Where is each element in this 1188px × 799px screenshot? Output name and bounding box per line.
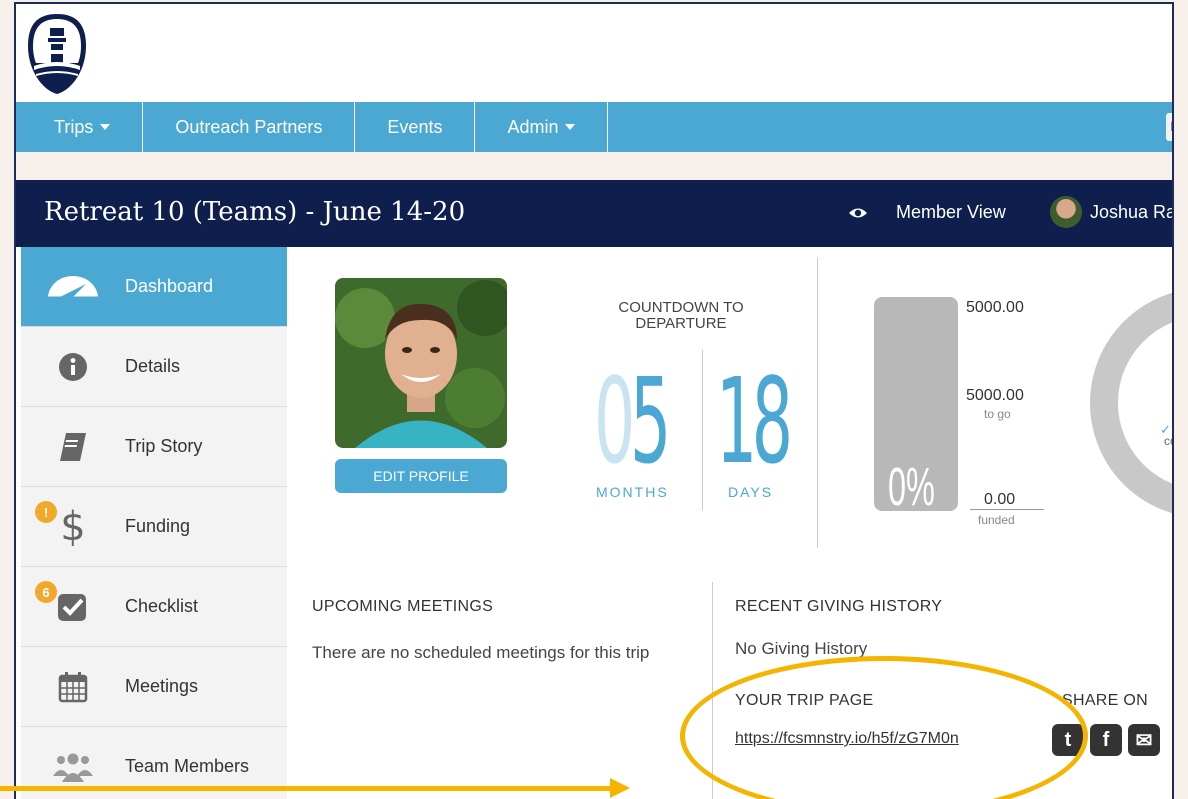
- facebook-icon[interactable]: f: [1090, 724, 1122, 756]
- sidebar-item-label: Dashboard: [125, 276, 214, 296]
- sidebar-item-label: Checklist: [125, 596, 199, 616]
- user-menu[interactable]: Joshua Ra: [1050, 196, 1174, 228]
- nav-events[interactable]: Events: [355, 102, 476, 152]
- giving-heading: RECENT GIVING HISTORY: [735, 598, 943, 615]
- funding-to-go-label: to go: [984, 407, 1011, 421]
- eye-icon: [849, 208, 867, 217]
- info-icon: [43, 346, 103, 388]
- sidebar-item-details[interactable]: Details: [21, 327, 287, 407]
- days-value: 18: [716, 362, 793, 480]
- meetings-heading: UPCOMING MEETINGS: [312, 598, 494, 615]
- annotation-arrow: [0, 786, 620, 791]
- months-value-digit-1: 5: [630, 362, 671, 480]
- meetings-empty-text: There are no scheduled meetings for this…: [312, 643, 650, 662]
- alert-badge: !: [35, 501, 57, 523]
- countdown-title: COUNTDOWN TO DEPARTURE: [618, 299, 744, 332]
- sidebar: Dashboard Details Trip Story ! $ Funding…: [21, 247, 287, 799]
- edit-profile-button[interactable]: EDIT PROFILE: [335, 459, 507, 493]
- user-name: Joshua Ra: [1090, 201, 1174, 222]
- nav-trips[interactable]: Trips: [16, 102, 144, 152]
- months-ones: 5: [630, 352, 671, 490]
- days-label: DAYS: [728, 484, 774, 500]
- funding-divider: [970, 509, 1044, 510]
- lighthouse-logo[interactable]: [26, 12, 88, 96]
- sidebar-item-funding[interactable]: ! $ Funding: [21, 487, 287, 567]
- email-icon[interactable]: ✉: [1128, 724, 1160, 756]
- sidebar-item-label: Funding: [125, 516, 191, 536]
- countdown-divider: [702, 350, 703, 510]
- section-divider: [817, 258, 818, 548]
- trip-header: Retreat 10 (Teams) - June 14-20 Member V…: [16, 180, 1174, 247]
- calendar-icon: [43, 666, 103, 708]
- funding-to-go: 5000.00: [966, 387, 1024, 404]
- main-nav: Trips Outreach Partners Events Admin F: [16, 102, 1172, 152]
- avatar: [1050, 196, 1082, 228]
- sidebar-item-trip-story[interactable]: Trip Story: [21, 407, 287, 487]
- spacer: [16, 152, 1172, 180]
- months-tens: 0: [594, 352, 635, 490]
- nav-search-input[interactable]: F: [1166, 113, 1172, 141]
- sidebar-item-dashboard[interactable]: Dashboard: [21, 247, 287, 327]
- team-icon: [43, 746, 103, 788]
- arrow-head-icon: [610, 778, 630, 798]
- chevron-down-icon: [100, 124, 111, 130]
- nav-outreach-label: Outreach Partners: [175, 116, 323, 137]
- book-icon: [43, 426, 103, 468]
- progress-ring: [1090, 288, 1172, 518]
- nav-events-label: Events: [387, 116, 443, 137]
- funding-percent: 0%: [888, 457, 935, 517]
- page-title: Retreat 10 (Teams) - June 14-20: [44, 197, 466, 227]
- count-badge: 6: [35, 581, 57, 603]
- sidebar-item-label: Meetings: [125, 676, 199, 696]
- sidebar-item-label: Trip Story: [125, 436, 203, 456]
- member-view-label: Member View: [896, 202, 1006, 222]
- highlight-ellipse: [680, 656, 1088, 799]
- speedometer-icon: [43, 266, 103, 308]
- funding-goal: 5000.00: [966, 299, 1024, 316]
- sidebar-item-label: Team Members: [125, 756, 250, 776]
- nav-trips-label: Trips: [54, 116, 94, 137]
- nav-admin[interactable]: Admin: [475, 102, 609, 152]
- sidebar-item-label: Details: [125, 356, 181, 376]
- app-frame: Trips Outreach Partners Events Admin F R…: [14, 2, 1174, 799]
- days-number: 18: [716, 352, 793, 490]
- funding-funded: 0.00: [984, 491, 1016, 508]
- nav-outreach-partners[interactable]: Outreach Partners: [143, 102, 356, 152]
- member-view-toggle[interactable]: Member View: [848, 202, 1006, 223]
- months-label: MONTHS: [596, 484, 669, 500]
- profile-photo: [335, 278, 507, 448]
- months-value-digit-0: 0: [594, 362, 635, 480]
- funding-funded-label: funded: [978, 513, 1015, 527]
- sidebar-item-checklist[interactable]: 6 Checklist: [21, 567, 287, 647]
- ring-label: co: [1164, 434, 1172, 448]
- sidebar-item-meetings[interactable]: Meetings: [21, 647, 287, 727]
- nav-admin-label: Admin: [507, 116, 559, 137]
- chevron-down-icon: [565, 124, 576, 130]
